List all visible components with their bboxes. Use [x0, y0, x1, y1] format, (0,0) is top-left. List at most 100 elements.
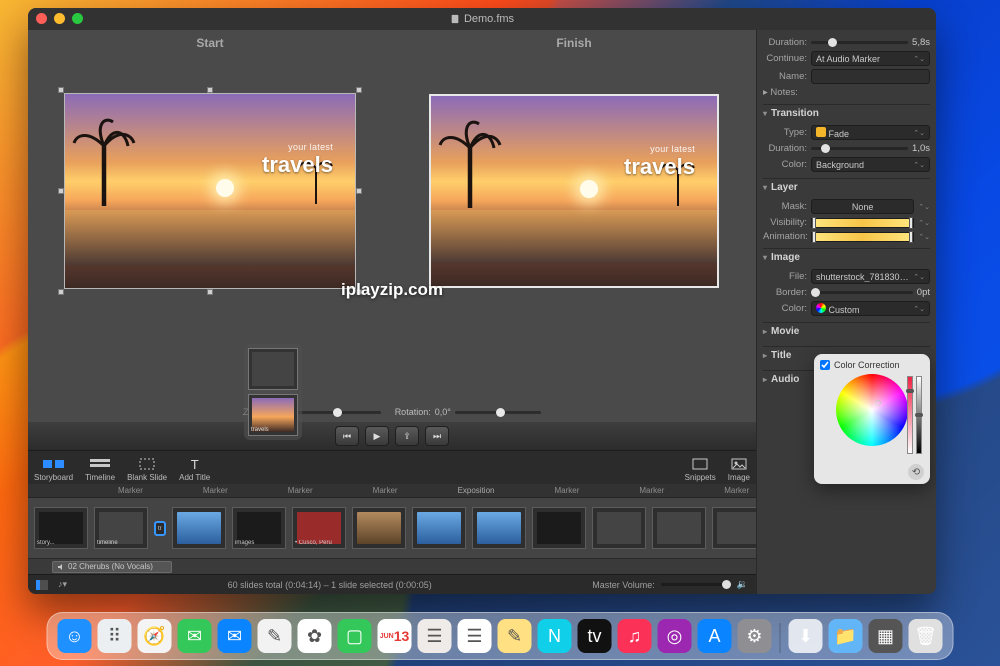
file-select[interactable]: shutterstock_7818302…⌃⌄ [811, 269, 930, 284]
storyboard-thumbnail[interactable]: images [232, 507, 286, 549]
storyboard-icon [43, 456, 65, 472]
storyboard-thumbnail[interactable] [412, 507, 466, 549]
window-zoom-button[interactable] [72, 13, 83, 24]
storyboard-strip[interactable]: story...timeline travels images• Cusco, Pe… [28, 498, 756, 558]
audio-track[interactable]: 02 Cherubs (No Vocals) [28, 558, 756, 574]
mask-select[interactable]: None [811, 199, 914, 214]
color-reset-button[interactable]: ⟲ [908, 464, 924, 480]
name-input[interactable] [811, 69, 930, 84]
snippets-button[interactable]: Snippets [679, 456, 722, 484]
dock-icon-app-thumb[interactable]: ▦ [869, 619, 903, 653]
blank-slide-button[interactable]: Blank Slide [121, 456, 173, 484]
dock-icon-finder[interactable]: ☺ [58, 619, 92, 653]
audio-clip[interactable]: 02 Cherubs (No Vocals) [52, 561, 172, 573]
dock: ☺⠿🧭✉✉✎✿▢JUN13☰☰✎Ntv♫◎A⚙⬇📁▦🗑 [47, 612, 954, 660]
layer-section-header[interactable]: Layer [763, 178, 930, 196]
image-button[interactable]: Image [722, 456, 756, 484]
slide-title: travels [262, 152, 333, 178]
audio-note-icon[interactable]: ♪▾ [58, 579, 67, 590]
view-mode-icon[interactable] [36, 580, 48, 590]
dock-icon-trash[interactable]: 🗑 [909, 619, 943, 653]
color-correction-popover: Color Correction ⟲ [814, 354, 930, 484]
dock-icon-safari[interactable]: 🧭 [138, 619, 172, 653]
dock-icon-downloads[interactable]: ⬇ [789, 619, 823, 653]
rewind-button[interactable]: ⏮ [335, 426, 359, 446]
rotation-value: 0,0° [435, 407, 451, 417]
storyboard-thumbnail[interactable] [172, 507, 226, 549]
dock-icon-facetime[interactable]: ▢ [338, 619, 372, 653]
marker-ruler[interactable]: Marker Marker Marker Marker Exposition Marker… [28, 484, 756, 498]
play-button[interactable]: ▶ [365, 426, 389, 446]
transition-duration-slider[interactable] [811, 147, 908, 150]
visibility-track[interactable] [811, 218, 914, 228]
dock-icon-settings[interactable]: ⚙ [738, 619, 772, 653]
ruler-marker[interactable]: Marker [724, 486, 749, 495]
transition-color-select[interactable]: Background⌃⌄ [811, 157, 930, 172]
share-button[interactable]: ⇪ [395, 426, 419, 446]
master-volume-slider[interactable] [661, 583, 731, 586]
transition-type-select[interactable]: Fade⌃⌄ [811, 125, 930, 140]
dock-icon-photos[interactable]: ✿ [298, 619, 332, 653]
preview-start-slide[interactable]: your latest travels [65, 94, 355, 288]
dragged-thumbnail[interactable]: travels [244, 344, 302, 440]
editor-area: Start your latest travels [28, 30, 756, 594]
storyboard-thumbnail[interactable] [472, 507, 526, 549]
storyboard-thumbnail[interactable] [712, 507, 756, 549]
dock-icon-calendar[interactable]: JUN13 [378, 619, 412, 653]
dock-icon-news[interactable]: N [538, 619, 572, 653]
color-wheel[interactable] [836, 374, 908, 446]
storyboard-thumbnail[interactable] [532, 507, 586, 549]
document-icon [450, 14, 460, 24]
add-title-button[interactable]: T Add Title [173, 456, 216, 484]
rotation-control[interactable]: Rotation: 0,0° [395, 407, 541, 417]
dock-separator [780, 623, 781, 653]
storyboard-thumbnail[interactable] [652, 507, 706, 549]
dock-icon-music[interactable]: ♫ [618, 619, 652, 653]
dock-icon-podcasts[interactable]: ◎ [658, 619, 692, 653]
storyboard-thumbnail[interactable]: timeline [94, 507, 148, 549]
dock-icon-reminders[interactable]: ☰ [458, 619, 492, 653]
dock-icon-folder[interactable]: 📁 [829, 619, 863, 653]
dock-icon-tv[interactable]: tv [578, 619, 612, 653]
storyboard-thumbnail[interactable] [352, 507, 406, 549]
dock-icon-messages[interactable]: ✉ [178, 619, 212, 653]
dock-icon-contacts[interactable]: ☰ [418, 619, 452, 653]
rotation-slider-knob[interactable] [496, 408, 505, 417]
border-slider[interactable] [811, 291, 913, 294]
dock-icon-freeform[interactable]: ✎ [258, 619, 292, 653]
storyboard-thumbnail[interactable]: • Cusco, Peru [292, 507, 346, 549]
zoom-slider-knob[interactable] [333, 408, 342, 417]
transition-section-header[interactable]: Transition [763, 104, 930, 122]
storyboard-thumbnail[interactable] [592, 507, 646, 549]
storyboard-tab[interactable]: Storyboard [28, 456, 79, 484]
preview-finish-slide[interactable]: your latest travels [429, 94, 719, 288]
movie-section-header[interactable]: Movie [763, 322, 930, 340]
notes-toggle[interactable]: ▸ Notes: [763, 87, 798, 98]
window-minimize-button[interactable] [54, 13, 65, 24]
ruler-marker[interactable]: Marker [203, 486, 228, 495]
dock-icon-notes[interactable]: ✎ [498, 619, 532, 653]
storyboard-thumbnail[interactable]: travels [154, 521, 166, 536]
color-correction-checkbox[interactable]: Color Correction [820, 360, 924, 370]
continue-select[interactable]: At Audio Marker⌃⌄ [811, 51, 930, 66]
fastforward-button[interactable]: ⏭ [425, 426, 449, 446]
master-volume-label: Master Volume: [592, 580, 655, 590]
saturation-bar[interactable] [907, 376, 913, 454]
duration-slider[interactable] [811, 41, 908, 44]
ruler-marker[interactable]: Marker [554, 486, 579, 495]
animation-track[interactable] [811, 232, 914, 242]
ruler-marker[interactable]: Exposition [458, 486, 495, 495]
dock-icon-mail[interactable]: ✉ [218, 619, 252, 653]
storyboard-thumbnail[interactable]: story... [34, 507, 88, 549]
brightness-bar[interactable] [916, 376, 922, 454]
image-section-header[interactable]: Image [763, 248, 930, 266]
ruler-marker[interactable]: Marker [373, 486, 398, 495]
timeline-tab[interactable]: Timeline [79, 456, 121, 484]
dock-icon-appstore[interactable]: A [698, 619, 732, 653]
image-color-select[interactable]: Custom⌃⌄ [811, 301, 930, 316]
window-close-button[interactable] [36, 13, 47, 24]
ruler-marker[interactable]: Marker [288, 486, 313, 495]
dock-icon-launchpad[interactable]: ⠿ [98, 619, 132, 653]
ruler-marker[interactable]: Marker [639, 486, 664, 495]
ruler-marker[interactable]: Marker [118, 486, 143, 495]
